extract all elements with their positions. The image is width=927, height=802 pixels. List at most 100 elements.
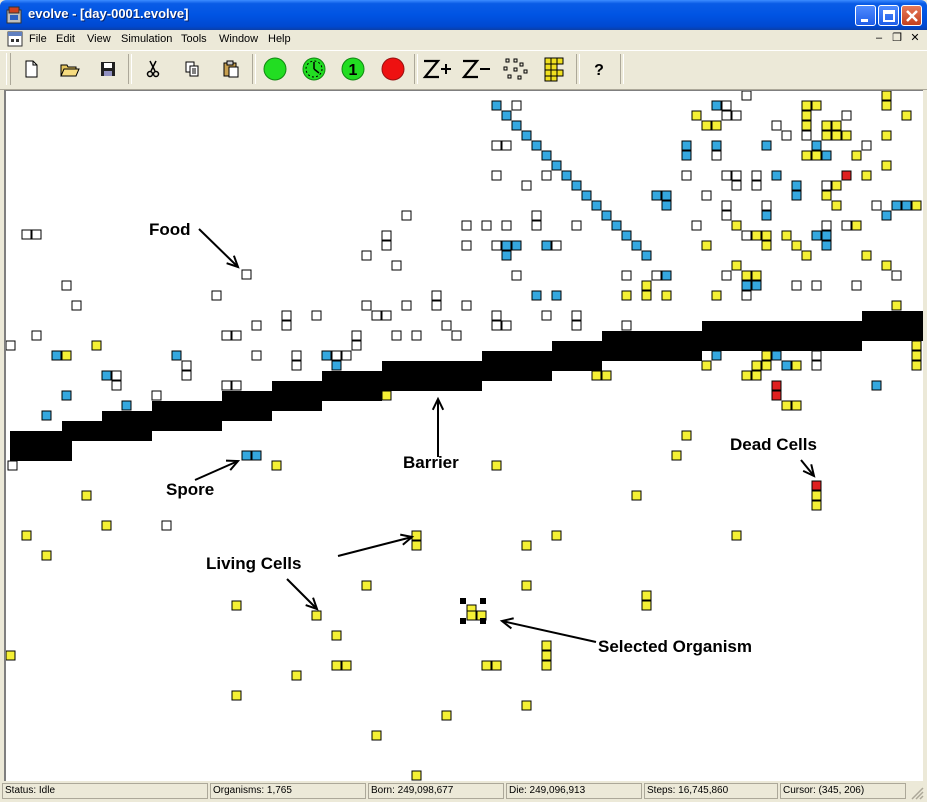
food-cell [721, 200, 732, 211]
mdi-restore-button[interactable]: ❐ [889, 32, 905, 46]
living-cell [291, 670, 302, 681]
food-cell [621, 270, 632, 281]
living-cell [411, 530, 422, 541]
living-cell [861, 250, 872, 261]
timed-run-button[interactable] [301, 55, 327, 83]
selection-handle[interactable] [480, 598, 486, 604]
copy-icon [185, 61, 199, 77]
status-steps: Steps: 16,745,860 [644, 783, 778, 799]
barrier-segment [552, 341, 602, 371]
mdi-minimize-button[interactable]: – [871, 32, 887, 46]
menu-window[interactable]: Window [219, 31, 258, 47]
living-cell [81, 490, 92, 501]
living-cell [661, 290, 672, 301]
go-icon [263, 57, 287, 81]
dead-cell [771, 390, 782, 401]
living-cell [811, 490, 822, 501]
new-icon [25, 60, 38, 78]
resize-grip-icon[interactable] [910, 786, 924, 800]
food-cell [211, 290, 222, 301]
food-cell [281, 320, 292, 331]
arrow-icon [337, 533, 415, 557]
zoom-in-button[interactable] [421, 55, 453, 83]
food-cell [461, 240, 472, 251]
document-icon[interactable] [7, 31, 23, 47]
food-cell [6, 340, 16, 351]
food-cell [821, 180, 832, 191]
menu-tools[interactable]: Tools [181, 31, 207, 47]
food-cell [621, 320, 632, 331]
menu-help[interactable]: Help [268, 31, 291, 47]
menu-simulation[interactable]: Simulation [121, 31, 172, 47]
food-cell [391, 330, 402, 341]
step-label: 1 [349, 62, 358, 79]
help-button[interactable]: ? [586, 55, 612, 83]
zoom-out-button[interactable] [460, 55, 492, 83]
living-cell [821, 120, 832, 131]
food-cell [841, 220, 852, 231]
living-cell [491, 660, 502, 671]
single-step-button[interactable]: 1 [340, 55, 366, 83]
spore-cell [781, 360, 792, 371]
spore-cell [631, 240, 642, 251]
world-view[interactable]: Food Spore Barrier Living Cells Dead Cel… [6, 91, 923, 781]
dots-button[interactable] [500, 55, 532, 83]
menu-file[interactable]: File [29, 31, 47, 47]
food-cell [71, 300, 82, 311]
label-dead-cells: Dead Cells [730, 435, 817, 454]
selected-organism[interactable] [460, 598, 487, 624]
maximize-button[interactable] [878, 5, 899, 26]
barrier-segment [482, 351, 552, 381]
selection-handle[interactable] [480, 618, 486, 624]
spore-cell [771, 170, 782, 181]
toolbar-grip[interactable] [6, 53, 11, 85]
selection-handle[interactable] [460, 598, 466, 604]
living-cell [91, 340, 102, 351]
food-cell [701, 190, 712, 201]
copy-button[interactable] [179, 55, 205, 83]
menu-view[interactable]: View [87, 31, 111, 47]
food-cell [461, 300, 472, 311]
stop-button[interactable] [380, 55, 406, 83]
menu-edit[interactable]: Edit [56, 31, 75, 47]
close-button[interactable] [901, 5, 922, 26]
spore-cell [661, 190, 672, 201]
toolbar-separator [576, 54, 580, 84]
mdi-close-button[interactable]: ✕ [907, 32, 923, 46]
open-button[interactable] [56, 55, 82, 83]
toolbar-separator [414, 54, 418, 84]
paste-button[interactable] [218, 55, 244, 83]
living-cell [711, 120, 722, 131]
timed-icon [302, 57, 326, 81]
spore-cell [651, 190, 662, 201]
food-cell [771, 120, 782, 131]
spore-cell [501, 110, 512, 121]
spore-cell [61, 390, 72, 401]
go-button[interactable] [262, 55, 288, 83]
barrier-segment [152, 401, 222, 431]
living-cell [801, 250, 812, 261]
food-cell [31, 330, 42, 341]
living-cell [631, 490, 642, 501]
label-food: Food [149, 220, 191, 239]
cut-button[interactable] [140, 55, 166, 83]
living-cell [741, 370, 752, 381]
living-cell [711, 290, 722, 301]
spore-cell [561, 170, 572, 181]
food-cell [731, 110, 742, 121]
minimize-button[interactable] [855, 5, 876, 26]
living-cell [641, 290, 652, 301]
living-cell [911, 360, 922, 371]
toolbar-separator [128, 54, 132, 84]
grid-button[interactable] [542, 55, 568, 83]
food-cell [291, 350, 302, 361]
living-cell [541, 640, 552, 651]
simulation-canvas[interactable]: Food Spore Barrier Living Cells Dead Cel… [4, 90, 923, 781]
save-button[interactable] [95, 55, 121, 83]
spore-cell [551, 290, 562, 301]
selection-handle[interactable] [460, 618, 466, 624]
food-cell [441, 320, 452, 331]
food-cell [181, 360, 192, 371]
new-button[interactable] [18, 55, 44, 83]
food-cell [861, 140, 872, 151]
